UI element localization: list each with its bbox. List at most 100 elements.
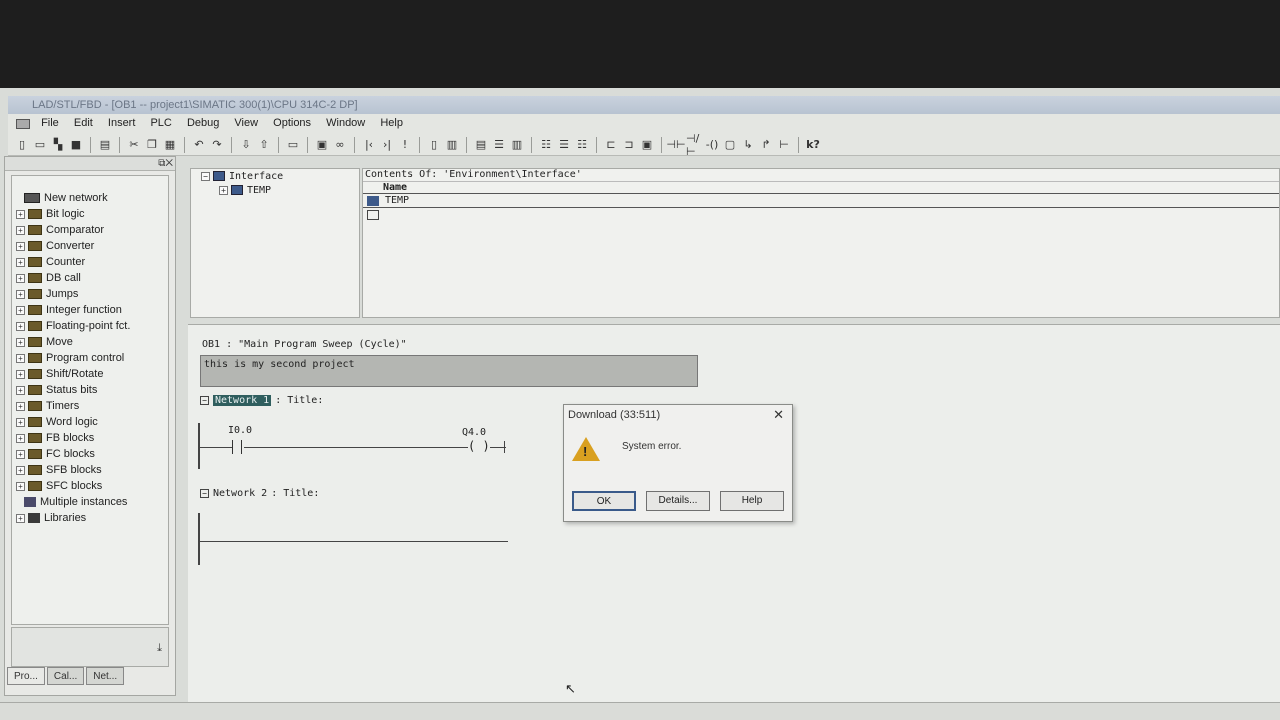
menu-edit[interactable]: Edit — [68, 114, 99, 132]
catalog-item-comparator[interactable]: + Comparator — [12, 222, 168, 238]
ladder-view-icon[interactable]: ▤ — [473, 137, 489, 153]
catalog-item-bit-logic[interactable]: + Bit logic — [12, 206, 168, 222]
redo-icon[interactable]: ↷ — [209, 137, 225, 153]
address-info-icon[interactable]: ☷ — [574, 137, 590, 153]
open-icon[interactable]: ▭ — [32, 137, 48, 153]
expand-icon[interactable]: + — [219, 185, 228, 195]
tab-networks[interactable]: Net... — [86, 667, 125, 685]
catalog-item-timers[interactable]: + Timers — [12, 398, 168, 414]
copy-icon[interactable]: ❐ — [144, 137, 160, 153]
close-branch-arrow-icon[interactable]: ↱ — [758, 137, 774, 153]
table-row[interactable]: TEMP — [363, 194, 1279, 208]
tab-call-structure[interactable]: Cal... — [46, 667, 85, 685]
glasses-icon[interactable]: ∞ — [332, 137, 348, 153]
expand-icon[interactable]: + — [16, 225, 25, 235]
open-branch-icon[interactable]: ↳ — [740, 137, 756, 153]
expand-icon[interactable]: + — [16, 433, 25, 443]
details-icon[interactable]: ▥ — [444, 137, 460, 153]
accessible-nodes-icon[interactable]: ▚ — [50, 137, 66, 153]
menu-help[interactable]: Help — [374, 114, 409, 132]
ok-button[interactable]: OK — [572, 491, 636, 511]
box-icon[interactable]: ▣ — [639, 137, 655, 153]
connection-icon[interactable]: ⊢ — [776, 137, 792, 153]
expand-icon[interactable]: + — [16, 273, 25, 283]
catalog-item-converter[interactable]: + Converter — [12, 238, 168, 254]
undo-icon[interactable]: ↶ — [191, 137, 207, 153]
monitor-icon[interactable]: ▭ — [285, 137, 301, 153]
catalog-item-counter[interactable]: + Counter — [12, 254, 168, 270]
output-coil[interactable]: ( ) — [468, 439, 490, 453]
branch-icon[interactable]: ⊏ — [603, 137, 619, 153]
catalog-item-program-control[interactable]: + Program control — [12, 350, 168, 366]
block-comment[interactable]: this is my second project — [200, 355, 698, 387]
expand-icon[interactable]: + — [16, 369, 25, 379]
catalog-item-status-bits[interactable]: + Status bits — [12, 382, 168, 398]
catalog-item-jumps[interactable]: + Jumps — [12, 286, 168, 302]
no-contact-icon[interactable]: ⊣⊢ — [666, 137, 685, 153]
menu-window[interactable]: Window — [320, 114, 371, 132]
comment-icon[interactable]: ☰ — [556, 137, 572, 153]
empty-box-icon[interactable]: ▢ — [722, 137, 738, 153]
catalog-item-fb-blocks[interactable]: + FB blocks — [12, 430, 168, 446]
details-button[interactable]: Details... — [646, 491, 710, 511]
overview-icon[interactable]: ▯ — [426, 137, 442, 153]
breakpoint-icon[interactable]: ! — [397, 137, 413, 153]
download-icon[interactable]: ⇩ — [238, 137, 254, 153]
column-name[interactable]: Name — [363, 182, 1279, 194]
collapse-icon[interactable]: − — [200, 489, 209, 498]
help-button[interactable]: Help — [720, 491, 784, 511]
catalog-item-fc-blocks[interactable]: + FC blocks — [12, 446, 168, 462]
network-1-header[interactable]: − Network 1 : Title: — [200, 395, 323, 406]
paste-icon[interactable]: ▦ — [162, 137, 178, 153]
fbd-view-icon[interactable]: ▥ — [509, 137, 525, 153]
expand-icon[interactable]: + — [16, 305, 25, 315]
interface-root[interactable]: − Interface — [191, 169, 359, 183]
catalog-item-word-logic[interactable]: + Word logic — [12, 414, 168, 430]
expand-icon[interactable]: + — [16, 241, 25, 251]
close-icon[interactable]: ⧉✕ — [158, 158, 173, 169]
menu-view[interactable]: View — [228, 114, 264, 132]
coil-icon[interactable]: -() — [704, 137, 720, 153]
print-icon[interactable]: ▤ — [97, 137, 113, 153]
expand-icon[interactable]: + — [16, 449, 25, 459]
symbols-icon[interactable]: ▣ — [314, 137, 330, 153]
upload-icon[interactable]: ⇧ — [256, 137, 272, 153]
expand-icon[interactable]: + — [16, 481, 25, 491]
expand-icon[interactable]: + — [16, 321, 25, 331]
catalog-item-libraries[interactable]: + Libraries — [12, 510, 168, 526]
expand-icon[interactable]: + — [16, 401, 25, 411]
tab-program-elements[interactable]: Pro... — [7, 667, 45, 685]
expand-icon[interactable]: + — [16, 513, 25, 523]
catalog-item-sfc-blocks[interactable]: + SFC blocks — [12, 478, 168, 494]
collapse-icon[interactable]: − — [200, 396, 209, 405]
catalog-item-new-network[interactable]: New network — [12, 190, 168, 206]
expand-icon[interactable]: + — [16, 289, 25, 299]
catalog-item-multiple-instances[interactable]: Multiple instances — [12, 494, 168, 510]
system-menu-icon[interactable] — [16, 119, 30, 129]
catalog-item-sfb-blocks[interactable]: + SFB blocks — [12, 462, 168, 478]
expand-icon[interactable]: + — [16, 337, 25, 347]
catalog-item-integer-function[interactable]: + Integer function — [12, 302, 168, 318]
close-branch-icon[interactable]: ⊐ — [621, 137, 637, 153]
network-2-header[interactable]: − Network 2 : Title: — [200, 488, 319, 499]
menu-options[interactable]: Options — [267, 114, 317, 132]
close-icon[interactable]: ✕ — [773, 405, 784, 425]
cut-icon[interactable]: ✂ — [126, 137, 142, 153]
catalog-item-floating-point[interactable]: + Floating-point fct. — [12, 318, 168, 334]
catalog-item-db-call[interactable]: + DB call — [12, 270, 168, 286]
interface-temp[interactable]: + TEMP — [191, 183, 359, 197]
expand-icon[interactable]: + — [16, 385, 25, 395]
dock-icon[interactable]: ⤓ — [157, 642, 162, 655]
new-icon[interactable]: ▯ — [14, 137, 30, 153]
last-network-icon[interactable]: ›| — [379, 137, 395, 153]
context-help-icon[interactable]: k? — [805, 137, 821, 153]
expand-icon[interactable]: + — [16, 417, 25, 427]
collapse-icon[interactable]: − — [201, 171, 210, 181]
expand-icon[interactable]: + — [16, 353, 25, 363]
menu-file[interactable]: File — [35, 114, 65, 132]
symbol-info-icon[interactable]: ☷ — [538, 137, 554, 153]
catalog-item-shift-rotate[interactable]: + Shift/Rotate — [12, 366, 168, 382]
expand-icon[interactable]: + — [16, 465, 25, 475]
menu-insert[interactable]: Insert — [102, 114, 142, 132]
catalog-item-move[interactable]: + Move — [12, 334, 168, 350]
